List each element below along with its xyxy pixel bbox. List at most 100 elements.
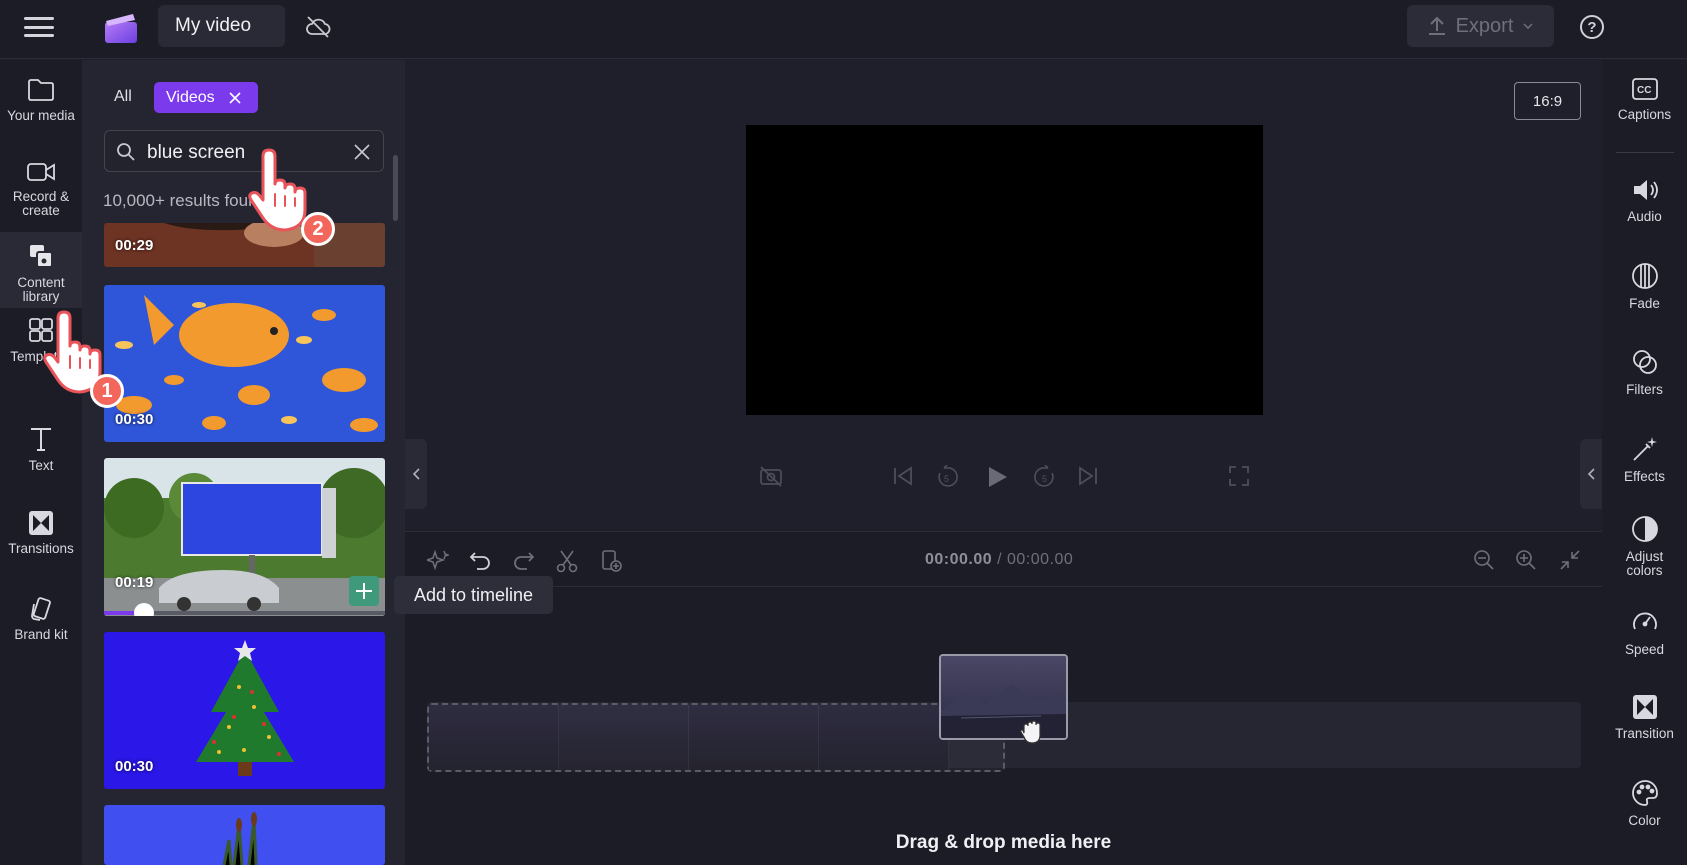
content-library-icon (30, 245, 53, 268)
thumbnail-duration: 00:19 (115, 574, 154, 591)
zoom-out-icon[interactable] (1473, 549, 1495, 571)
rail-item-effects[interactable]: Effects (1602, 435, 1687, 484)
undo-icon[interactable] (469, 549, 491, 571)
skip-back-icon[interactable] (892, 465, 914, 487)
rail-item-captions[interactable]: CC Captions (1602, 77, 1687, 122)
thumbnail-duration: 00:30 (115, 758, 154, 775)
audio-icon (1633, 180, 1658, 200)
library-scrollbar[interactable] (393, 155, 398, 221)
text-icon (31, 428, 51, 451)
rail-label: Transition (1615, 726, 1674, 741)
zoom-in-icon[interactable] (1515, 549, 1537, 571)
help-icon[interactable]: ? (1580, 15, 1604, 39)
fade-icon (1631, 263, 1658, 289)
rail-label: Captions (1617, 107, 1672, 122)
chevron-down-icon (1523, 23, 1533, 29)
rail-label: Speed (1624, 642, 1665, 657)
tab-all[interactable]: All (114, 88, 132, 106)
cloud-off-icon[interactable] (304, 13, 332, 41)
dragged-clip[interactable] (939, 654, 1068, 740)
clear-search-icon[interactable] (354, 144, 370, 160)
search-input[interactable]: blue screen (147, 142, 245, 164)
rail-label: Adjust colors (1625, 549, 1664, 578)
step-badge: 1 (90, 374, 124, 408)
fit-timeline-icon[interactable] (1559, 549, 1581, 571)
results-count: 10,000+ results found (103, 191, 267, 210)
fullscreen-icon[interactable] (1228, 465, 1250, 487)
preview-scrub-handle[interactable] (134, 603, 154, 616)
video-thumbnail[interactable]: 00:30 (104, 285, 385, 442)
menu-icon[interactable] (24, 14, 54, 40)
upload-icon (1428, 16, 1445, 35)
rail-item-brand-kit[interactable]: Brand kit (0, 596, 82, 642)
video-thumbnail[interactable]: 00:19 (104, 458, 385, 616)
plus-icon (356, 583, 372, 599)
rail-label: Brand kit (14, 627, 68, 642)
step-number: 1 (101, 379, 113, 402)
collapse-right-panel-button[interactable] (1580, 439, 1602, 509)
right-rail: CC Captions Audio Fade Filters Effects A… (1602, 60, 1687, 865)
rail-item-transition[interactable]: Transition (1602, 694, 1687, 741)
forward-5-icon[interactable]: 5 (1033, 465, 1057, 489)
filter-chip-videos[interactable]: Videos (154, 82, 258, 113)
thumbnail-image (104, 805, 385, 865)
rail-item-content-library[interactable]: Content library (0, 232, 82, 308)
magic-icon[interactable] (427, 549, 449, 571)
rail-item-audio[interactable]: Audio (1602, 177, 1687, 224)
filters-icon (1632, 350, 1657, 374)
rail-item-your-media[interactable]: Your media (0, 77, 82, 123)
close-icon[interactable] (229, 91, 241, 104)
export-label: Export (1455, 14, 1514, 37)
preview-area: 16:9 5 5 (405, 60, 1602, 531)
thumbnail-image (104, 458, 385, 616)
rail-item-speed[interactable]: Speed (1602, 608, 1687, 657)
content-library-panel: All Videos blue screen 10,000+ results f… (82, 60, 405, 865)
camera-icon (27, 163, 55, 181)
rail-item-fade[interactable]: Fade (1602, 262, 1687, 311)
rail-item-record-create[interactable]: Record & create (0, 160, 82, 218)
chevron-left-icon (412, 468, 420, 480)
camera-off-icon[interactable] (759, 465, 783, 487)
palette-icon (1631, 780, 1658, 806)
timeline-drop-zone[interactable] (427, 703, 1005, 772)
svg-text:CC: CC (1637, 85, 1651, 96)
app-logo (105, 14, 137, 43)
duplicate-icon[interactable] (600, 549, 622, 573)
chevron-left-icon (1587, 468, 1595, 480)
step-number: 2 (312, 217, 324, 240)
rewind-5-icon[interactable]: 5 (935, 465, 959, 489)
redo-icon[interactable] (513, 549, 535, 571)
search-box[interactable]: blue screen (104, 130, 384, 172)
aspect-ratio-button[interactable]: 16:9 (1514, 82, 1581, 120)
project-title[interactable]: My video (158, 5, 285, 47)
video-thumbnail[interactable]: 00:30 (104, 632, 385, 789)
rail-label: Record & create (12, 189, 70, 218)
brand-kit-icon (31, 597, 51, 621)
adjust-colors-icon (1631, 516, 1658, 542)
drop-hint: Drag & drop media here (895, 832, 1112, 853)
left-rail: Your media Record & create Content libra… (0, 60, 82, 865)
thumbnail-duration: 00:30 (115, 411, 154, 428)
rail-item-transitions[interactable]: Transitions (0, 510, 82, 556)
speed-icon (1632, 612, 1657, 630)
rail-item-text[interactable]: Text (0, 425, 82, 473)
rail-item-color[interactable]: Color (1602, 779, 1687, 828)
rail-label: Text (28, 458, 54, 473)
rail-item-filters[interactable]: Filters (1602, 348, 1687, 397)
split-icon[interactable] (556, 549, 578, 573)
video-thumbnail[interactable] (104, 805, 385, 865)
current-time: 00:00.00 (925, 551, 993, 568)
add-to-timeline-tooltip: Add to timeline (394, 576, 553, 614)
collapse-left-panel-button[interactable] (405, 439, 427, 509)
rail-label: Content library (17, 275, 65, 304)
skip-forward-icon[interactable] (1077, 465, 1099, 487)
export-button[interactable]: Export (1407, 5, 1554, 47)
rail-label: Your media (7, 108, 75, 123)
annotation-hand-step-2: 2 (245, 148, 335, 248)
effects-icon (1632, 437, 1657, 461)
rail-divider (1616, 152, 1674, 153)
play-icon[interactable] (985, 465, 1009, 489)
rail-item-adjust-colors[interactable]: Adjust colors (1602, 515, 1687, 578)
add-to-timeline-button[interactable] (349, 576, 379, 606)
video-preview (746, 125, 1263, 415)
